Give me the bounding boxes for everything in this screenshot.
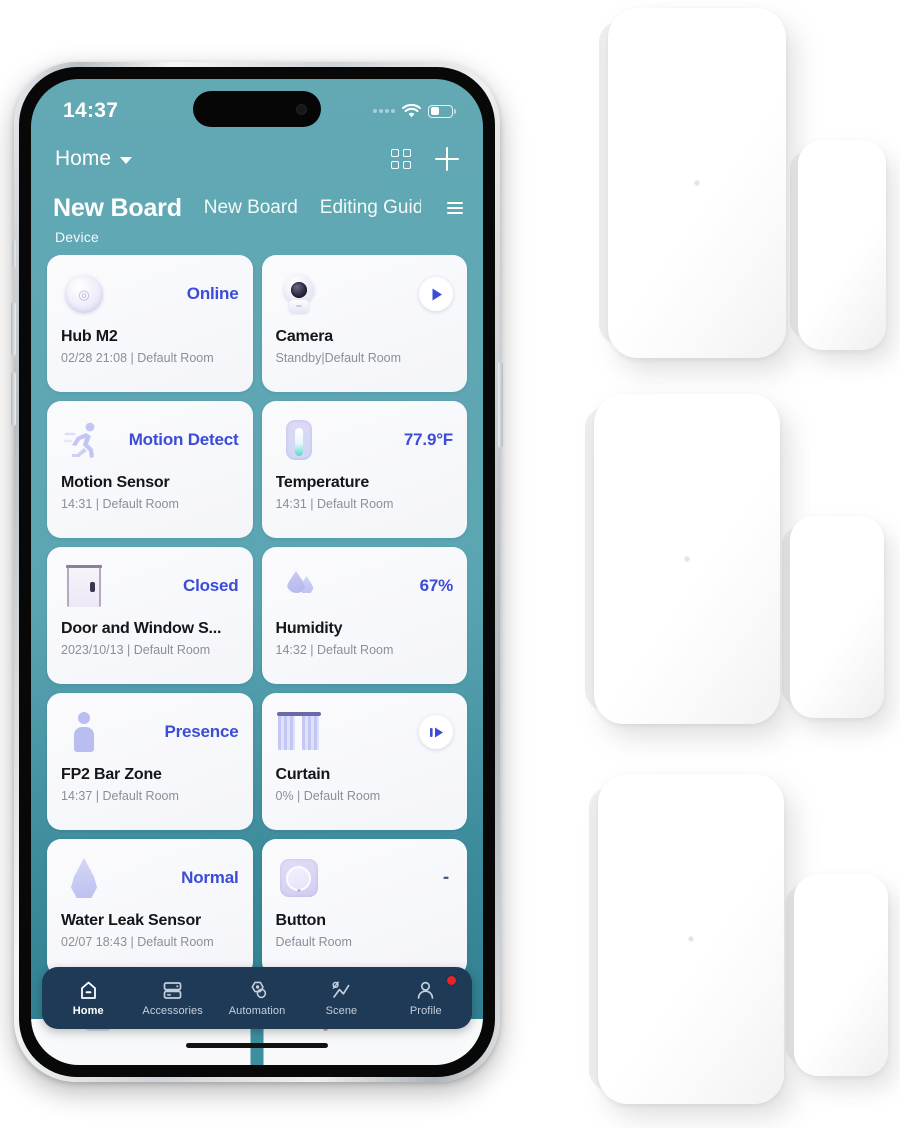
sensor-led-3: [689, 937, 693, 941]
sensor-magnet-1: [790, 140, 886, 350]
sensor-body-1: [599, 8, 786, 358]
sensor-magnet-2: [782, 516, 884, 718]
sensor-body-2: [585, 394, 780, 724]
sensor-magnet-3: [786, 874, 888, 1076]
sensor-body-3: [589, 774, 784, 1104]
sensor-led-2: [685, 557, 689, 561]
sensor-led-1: [695, 181, 699, 185]
home-indicator[interactable]: [186, 1042, 328, 1048]
screenshot-stage: 14:37 Home New Board New Board Editing G…: [0, 0, 900, 1128]
product-photos: [0, 0, 900, 1128]
